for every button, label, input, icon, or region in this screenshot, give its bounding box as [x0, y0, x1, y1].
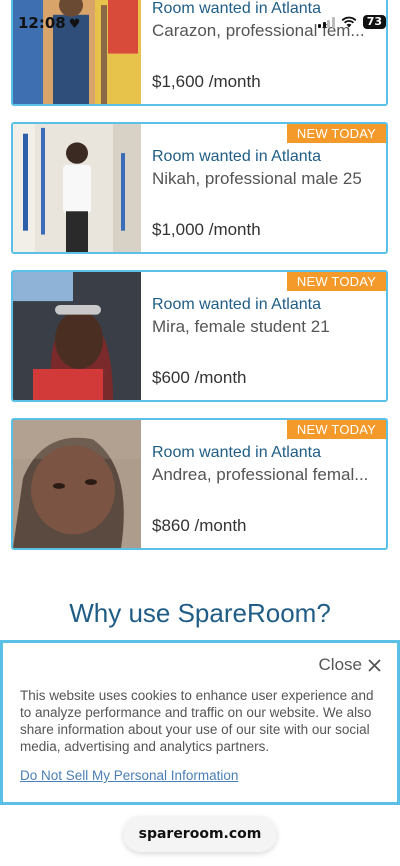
listing-photo[interactable] [13, 420, 141, 548]
why-spareroom-heading: Why use SpareRoom? [69, 598, 331, 628]
listing-card[interactable]: Room wanted in Atlanta Carazon, professi… [11, 0, 388, 106]
listing-price: $600 /month [152, 368, 247, 387]
listing-price: $1,600 /month [152, 72, 261, 91]
close-label: Close [318, 655, 362, 674]
listing-subtitle: Nikah, professional male 25 [152, 169, 362, 188]
listing-photo[interactable] [13, 272, 141, 400]
listing-card[interactable]: NEW TODAY Room wanted in Atlanta Nikah, … [11, 122, 388, 254]
close-button[interactable]: Close [319, 655, 381, 675]
listing-price: $1,000 /month [152, 220, 261, 239]
listing-title[interactable]: Room wanted in Atlanta [152, 0, 321, 18]
close-icon [368, 658, 381, 672]
listing-title[interactable]: Room wanted in Atlanta [152, 444, 321, 462]
url-bar[interactable]: spareroom.com [123, 816, 277, 852]
listing-card[interactable]: NEW TODAY Room wanted in Atlanta Andrea,… [11, 418, 388, 550]
listing-price: $860 /month [152, 516, 247, 535]
listing-photo[interactable] [13, 0, 141, 104]
cookie-text: This website uses cookies to enhance use… [20, 688, 374, 754]
listing-subtitle: Andrea, professional femal... [152, 465, 369, 484]
new-today-badge: NEW TODAY [286, 124, 386, 143]
listing-photo[interactable] [13, 124, 141, 252]
listing-title[interactable]: Room wanted in Atlanta [152, 296, 321, 314]
listing-card[interactable]: NEW TODAY Room wanted in Atlanta Mira, f… [11, 270, 388, 402]
new-today-badge: NEW TODAY [286, 420, 386, 439]
listing-subtitle: Mira, female student 21 [152, 317, 330, 336]
cookie-banner: Close This website uses cookies to enhan… [0, 640, 400, 805]
do-not-sell-link[interactable]: Do Not Sell My Personal Information [20, 768, 238, 783]
listing-title[interactable]: Room wanted in Atlanta [152, 148, 321, 166]
new-today-badge: NEW TODAY [286, 272, 386, 291]
listing-subtitle: Carazon, professional fem... [152, 21, 365, 40]
